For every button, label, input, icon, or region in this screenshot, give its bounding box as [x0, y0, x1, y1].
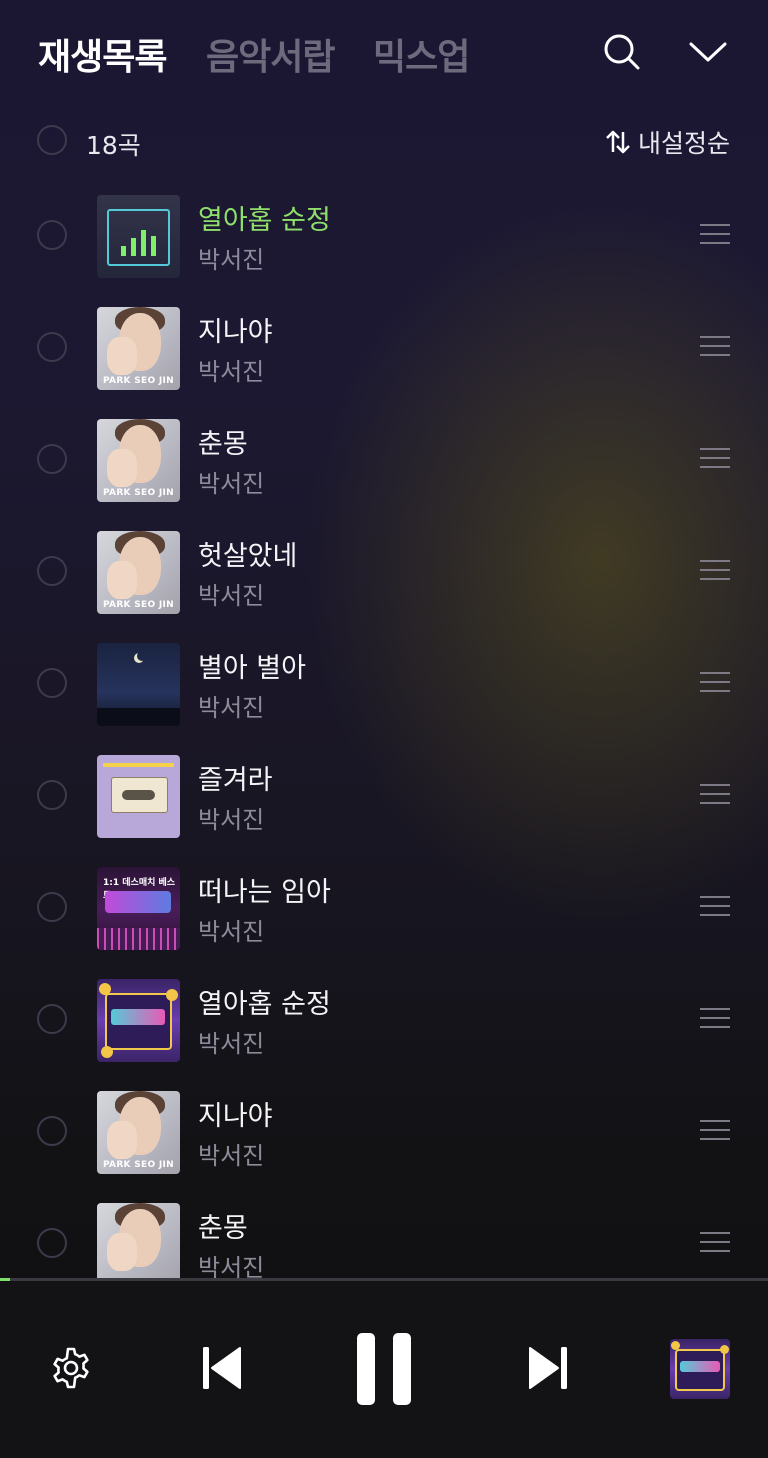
track-title: 지나야	[198, 317, 273, 348]
track-title: 열아홉 순정	[198, 205, 331, 236]
album-art: 1:1 데스매치 베스트	[97, 867, 180, 950]
drag-handle-icon[interactable]	[700, 560, 730, 582]
track-checkbox[interactable]	[37, 1116, 67, 1146]
track-checkbox[interactable]	[37, 220, 67, 250]
track-count: 18곡	[86, 131, 141, 160]
album-art: PARK SEO JIN	[97, 1091, 180, 1174]
search-icon[interactable]	[600, 30, 644, 74]
track-checkbox[interactable]	[37, 780, 67, 810]
settings-icon[interactable]	[48, 1345, 94, 1395]
track-title: 춘몽	[198, 1213, 248, 1244]
track-checkbox[interactable]	[37, 668, 67, 698]
track-title: 떠나는 임아	[198, 877, 331, 908]
track-row[interactable]: PARK SEO JIN 지나야 박서진	[0, 1076, 768, 1188]
track-artist: 박서진	[198, 806, 265, 834]
sort-icon	[606, 130, 630, 154]
track-row[interactable]: 열아홉 순정 박서진	[0, 964, 768, 1076]
chevron-down-icon[interactable]	[686, 30, 730, 74]
album-art: PARK SEO JIN	[97, 419, 180, 502]
track-checkbox[interactable]	[37, 556, 67, 586]
drag-handle-icon[interactable]	[700, 224, 730, 246]
drag-handle-icon[interactable]	[700, 1232, 730, 1254]
track-title: 열아홉 순정	[198, 989, 331, 1020]
album-art-caption: PARK SEO JIN	[102, 488, 175, 498]
next-icon[interactable]	[526, 1345, 570, 1395]
drag-handle-icon[interactable]	[700, 336, 730, 358]
tab-playlist[interactable]: 재생목록	[38, 28, 167, 80]
track-artist: 박서진	[198, 1142, 265, 1170]
track-row[interactable]: 즐겨라 박서진	[0, 740, 768, 852]
track-checkbox[interactable]	[37, 1004, 67, 1034]
pause-icon[interactable]	[355, 1331, 415, 1411]
track-title: 별아 별아	[198, 653, 306, 684]
tab-music-drawer[interactable]: 음악서랍	[206, 28, 335, 80]
track-artist: 박서진	[198, 1254, 265, 1280]
track-row[interactable]: 1:1 데스매치 베스트 떠나는 임아 박서진	[0, 852, 768, 964]
drag-handle-icon[interactable]	[700, 784, 730, 806]
album-art	[97, 979, 180, 1062]
track-title: 지나야	[198, 1101, 273, 1132]
drag-handle-icon[interactable]	[700, 1120, 730, 1142]
track-artist: 박서진	[198, 694, 265, 722]
track-artist: 박서진	[198, 470, 265, 498]
album-art	[97, 1203, 180, 1280]
album-art	[97, 195, 180, 278]
track-row[interactable]: PARK SEO JIN 헛살았네 박서진	[0, 516, 768, 628]
header: 재생목록 음악서랍 믹스업	[0, 0, 768, 100]
track-artist: 박서진	[198, 1030, 265, 1058]
track-checkbox[interactable]	[37, 892, 67, 922]
album-art: PARK SEO JIN	[97, 531, 180, 614]
player-controls	[0, 1281, 768, 1458]
now-playing-art[interactable]	[670, 1339, 730, 1399]
track-row[interactable]: PARK SEO JIN 지나야 박서진	[0, 292, 768, 404]
track-row[interactable]: PARK SEO JIN 춘몽 박서진	[0, 404, 768, 516]
previous-icon[interactable]	[200, 1345, 244, 1395]
album-art	[97, 643, 180, 726]
track-checkbox[interactable]	[37, 1228, 67, 1258]
track-title: 춘몽	[198, 429, 248, 460]
track-row[interactable]: 춘몽 박서진	[0, 1188, 768, 1280]
select-all-checkbox[interactable]	[37, 125, 67, 155]
track-row[interactable]: 열아홉 순정 박서진	[0, 180, 768, 292]
drag-handle-icon[interactable]	[700, 1008, 730, 1030]
album-art-caption: PARK SEO JIN	[102, 1160, 175, 1170]
track-row[interactable]: 별아 별아 박서진	[0, 628, 768, 740]
drag-handle-icon[interactable]	[700, 672, 730, 694]
drag-handle-icon[interactable]	[700, 896, 730, 918]
tab-mixup[interactable]: 믹스업	[373, 28, 470, 80]
drag-handle-icon[interactable]	[700, 448, 730, 470]
sort-label: 내설정순	[637, 129, 730, 158]
track-artist: 박서진	[198, 358, 265, 386]
track-artist: 박서진	[198, 246, 265, 274]
track-title: 즐겨라	[198, 765, 273, 796]
album-art: PARK SEO JIN	[97, 307, 180, 390]
track-artist: 박서진	[198, 918, 265, 946]
track-artist: 박서진	[198, 582, 265, 610]
album-art-caption: PARK SEO JIN	[102, 376, 175, 386]
track-checkbox[interactable]	[37, 444, 67, 474]
list-toolbar: 18곡 내설정순	[0, 118, 768, 164]
track-list: 열아홉 순정 박서진 PARK SEO JIN 지나야 박서진 PARK SEO…	[0, 180, 768, 1280]
track-title: 헛살았네	[198, 541, 298, 572]
album-art-caption: PARK SEO JIN	[102, 600, 175, 610]
sort-button[interactable]: 내설정순	[604, 124, 730, 160]
album-art	[97, 755, 180, 838]
track-checkbox[interactable]	[37, 332, 67, 362]
